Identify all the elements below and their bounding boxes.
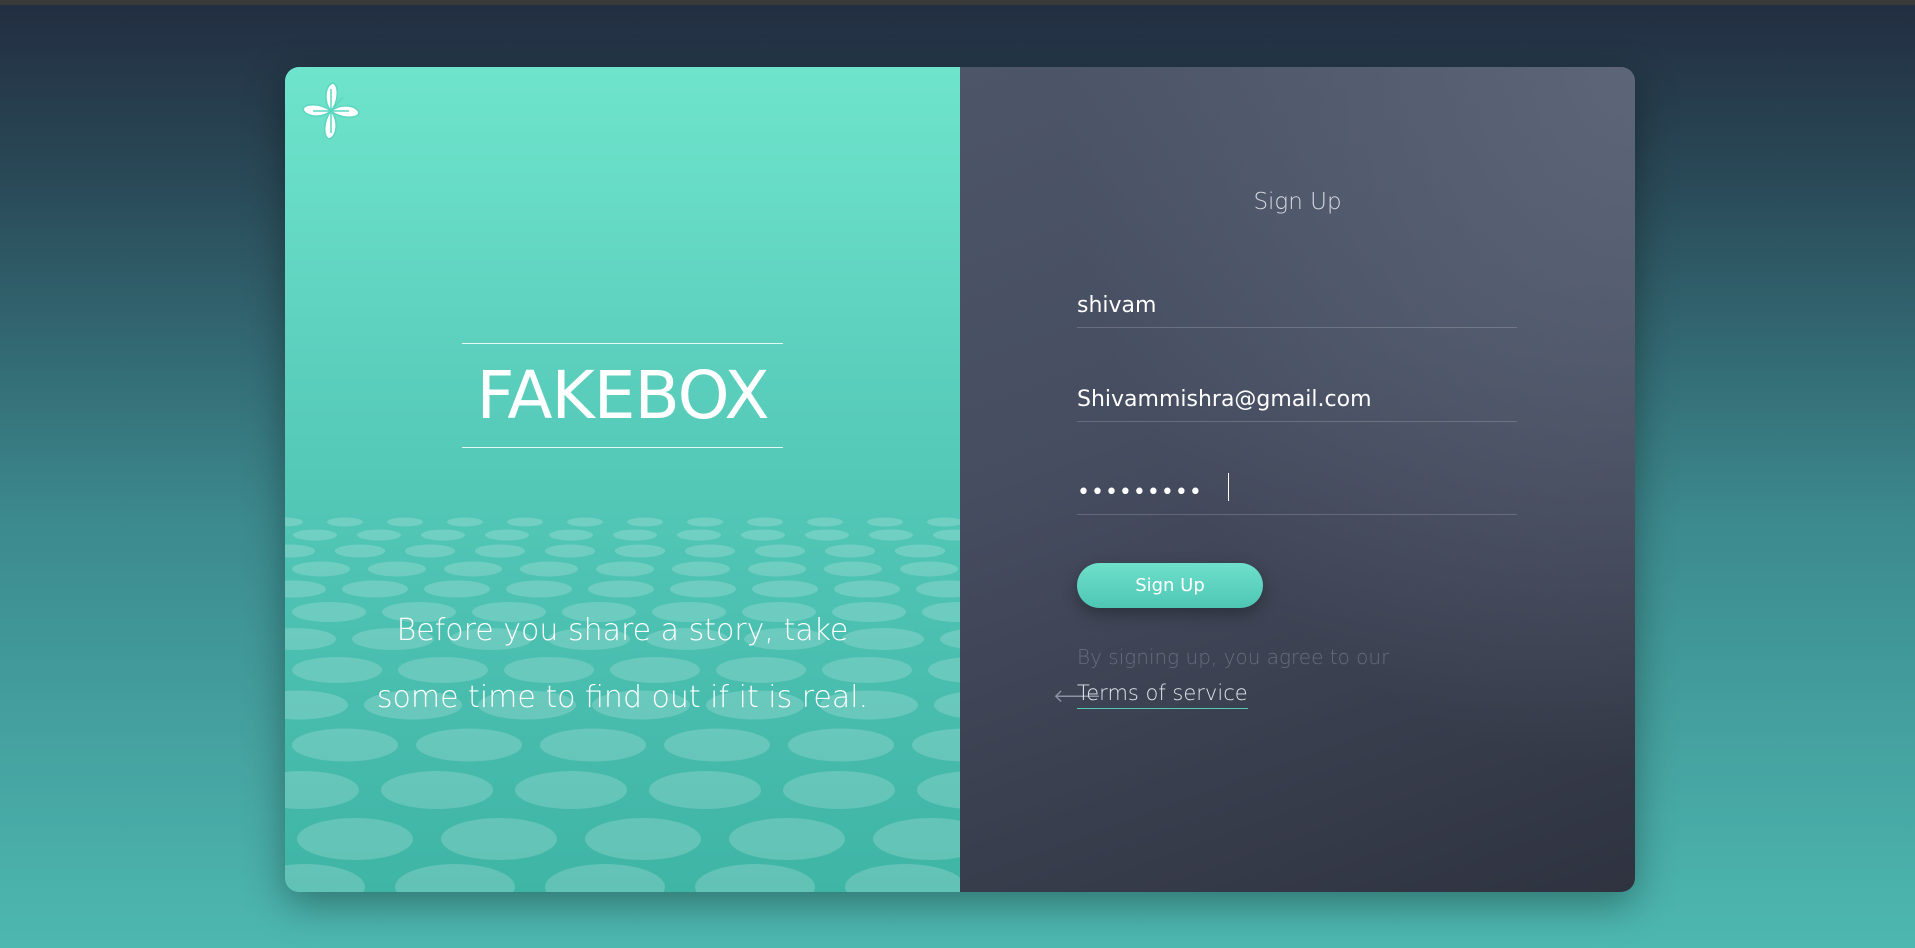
pattern-dot [485,529,529,541]
pattern-dot [752,580,818,598]
pattern-dot [807,517,843,527]
form-title: Sign Up [1253,189,1342,215]
pattern-dot [867,517,903,527]
pattern-dot [475,544,525,558]
pattern-dot [335,544,385,558]
pattern-dot [825,544,875,558]
pattern-dot [441,818,557,860]
brand-bottom-rule [462,447,783,448]
pattern-dot [900,561,958,577]
pattern-dot [342,580,408,598]
pattern-dot [805,529,849,541]
browser-top-bar [0,0,1915,5]
pattern-dot [677,529,721,541]
pattern-dot [585,818,701,860]
pattern-dot [940,629,960,649]
pattern-dot [444,561,502,577]
brand-name: FAKEBOX [476,357,769,434]
pattern-dot [748,561,806,577]
pattern-dot [387,517,423,527]
tagline: Before you share a story, take some time… [345,597,900,731]
pattern-dot [834,580,900,598]
pattern-dot [912,728,960,762]
pattern-dot [292,561,350,577]
pattern-dot [327,517,363,527]
pattern-dot [424,580,490,598]
pattern-dot [545,864,665,892]
pattern-dot [285,864,365,892]
pattern-dot [627,517,663,527]
pattern-dot [357,529,401,541]
pattern-dot [506,580,572,598]
pattern-dot [395,864,515,892]
pattern-dot [741,529,785,541]
pattern-dot [285,580,326,598]
pattern-dot [567,517,603,527]
pattern-dot [916,580,960,598]
pattern-dot [927,517,960,527]
signup-panel: Sign Up Sign Up By signing up, you agree… [960,67,1635,892]
tagline-line-2: some time to find out if it is real. [376,680,869,715]
pattern-dot [788,728,894,762]
pattern-dot [285,517,303,527]
pattern-dot [664,728,770,762]
pattern-dot [416,728,522,762]
pattern-dot [783,771,895,809]
pattern-dot [685,544,735,558]
terms-of-service-link[interactable]: Terms of service [1077,681,1248,709]
pattern-dot [549,529,593,541]
pattern-dot [670,580,736,598]
pattern-dot [695,864,815,892]
pattern-dot [292,728,398,762]
pattern-dot [285,544,315,558]
pattern-dot [285,771,359,809]
auth-card: FAKEBOX Before you share a story, take s… [285,67,1635,892]
username-input[interactable] [1077,283,1517,328]
pattern-dot [755,544,805,558]
pattern-dot [687,517,723,527]
pattern-dot [845,864,960,892]
pattern-dot [928,657,960,683]
pattern-dot [293,529,337,541]
pattern-dot [649,771,761,809]
text-caret [1228,473,1229,501]
tagline-line-1: Before you share a story, take [396,613,849,648]
pattern-dot [520,561,578,577]
pattern-dot [922,602,960,622]
pattern-dot [297,818,413,860]
pattern-dot [613,529,657,541]
pattern-dot [515,771,627,809]
pattern-dot [729,818,845,860]
pattern-dot [285,628,336,650]
pattern-dot [540,728,646,762]
dot-pattern-decoration [285,517,960,892]
pattern-dot [747,517,783,527]
pattern-dot [285,690,348,720]
pattern-dot [596,561,654,577]
email-input[interactable] [1077,377,1517,422]
password-input[interactable] [1077,470,1517,515]
brand-panel: FAKEBOX Before you share a story, take s… [285,67,960,892]
pattern-dot [934,692,960,718]
pattern-dot [405,544,455,558]
pattern-dot [895,544,945,558]
terms-agreement-text: By signing up, you agree to our [1077,645,1390,669]
pattern-dot [507,517,543,527]
pattern-dot [869,529,913,541]
pattern-dot [381,771,493,809]
pattern-dot [368,561,426,577]
brand-top-rule [462,343,783,344]
flower-logo-icon [302,82,360,140]
pattern-dot [545,544,595,558]
pattern-dot [873,818,960,860]
signup-button[interactable]: Sign Up [1077,563,1263,608]
pattern-dot [917,771,960,809]
pattern-dot [933,529,960,541]
pattern-dot [672,561,730,577]
pattern-dot [615,544,665,558]
pattern-dot [447,517,483,527]
pattern-dot [588,580,654,598]
pattern-dot [421,529,465,541]
pattern-dot [824,561,882,577]
